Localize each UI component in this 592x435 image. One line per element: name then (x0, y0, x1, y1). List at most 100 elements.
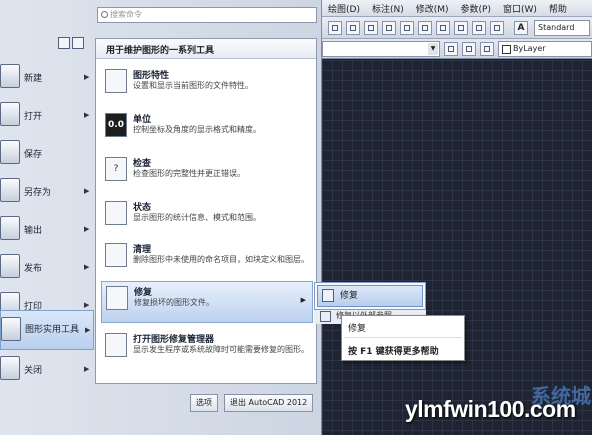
chevron-right-icon: ▶ (85, 326, 91, 334)
wrench-icon (1, 317, 21, 341)
item-description: 控制坐标及角度的显示格式和精度。 (133, 125, 261, 134)
toolbar-button[interactable] (346, 21, 360, 35)
tool-icon (404, 25, 410, 31)
chevron-right-icon: ▶ (84, 225, 90, 233)
layer-button[interactable] (480, 42, 494, 56)
chevron-right-icon: ▶ (84, 73, 90, 81)
command-new[interactable]: 新建 ▶ (0, 58, 94, 96)
toolbar-button[interactable] (472, 21, 486, 35)
export-icon (0, 216, 20, 240)
tool-icon (332, 25, 338, 31)
toolbar-button[interactable] (490, 21, 504, 35)
audit-icon: ? (105, 157, 127, 181)
flyout-item-label: 修复 (340, 291, 359, 301)
submenu-item-recovery-manager[interactable]: 打开图形修复管理器 显示发生程序或系统故障时可能需要修复的图形。 (101, 329, 313, 371)
command-label: 新建 (24, 73, 43, 84)
open-documents-icon[interactable] (72, 37, 84, 49)
command-label: 图形实用工具 (25, 324, 80, 335)
toolbar-button[interactable] (382, 21, 396, 35)
tool-icon (386, 25, 392, 31)
publish-icon (0, 254, 20, 278)
submenu-item-purge[interactable]: 清理 删除图形中未使用的命名项目，如块定义和图层。 (101, 239, 313, 281)
submenu-item-units[interactable]: 0.0 单位 控制坐标及角度的显示格式和精度。 (101, 109, 313, 151)
chevron-right-icon: ▶ (84, 187, 90, 195)
item-description: 显示图形的统计信息、模式和范围。 (133, 213, 261, 222)
tool-icon (350, 25, 356, 31)
open-folder-icon (0, 102, 20, 126)
recent-documents-icon[interactable] (58, 37, 70, 49)
menu-parametric[interactable]: 参数(P) (455, 2, 497, 15)
toolbar-button[interactable] (400, 21, 414, 35)
chevron-right-icon: ▶ (84, 301, 90, 309)
toolbar-button[interactable] (418, 21, 432, 35)
layer-select[interactable]: ▼ (322, 41, 440, 57)
menu-draw[interactable]: 绘图(D) (322, 2, 366, 15)
application-menu-footer: 选项 退出 AutoCAD 2012 (190, 394, 314, 412)
menu-bar: 绘图(D) 标注(N) 修改(M) 参数(P) 窗口(W) 帮助 (322, 0, 592, 17)
new-file-icon (0, 64, 20, 88)
tooltip: 修复 按 F1 键获得更多帮助 (341, 315, 465, 361)
search-input[interactable]: 搜索命令 (97, 7, 317, 23)
submenu-item-recover[interactable]: 修复 修复损坏的图形文件。 ▶ (101, 281, 313, 323)
toolbar-button[interactable] (328, 21, 342, 35)
recover-icon (322, 289, 334, 302)
layers-toolbar: ▼ ByLayer (322, 39, 592, 59)
drawing-canvas[interactable] (322, 60, 592, 435)
options-button[interactable]: 选项 (190, 394, 218, 412)
text-style-select[interactable]: Standard (534, 20, 590, 36)
menu-window[interactable]: 窗口(W) (497, 2, 543, 15)
linetype-select[interactable]: ByLayer (498, 41, 592, 57)
chevron-right-icon: ▶ (300, 296, 306, 304)
command-open[interactable]: 打开 ▶ (0, 96, 94, 134)
layer-icon (466, 46, 472, 52)
exit-button[interactable]: 退出 AutoCAD 2012 (224, 394, 314, 412)
item-description: 检查图形的完整性并更正错误。 (133, 169, 245, 178)
command-export[interactable]: 输出 ▶ (0, 210, 94, 248)
layer-button[interactable] (462, 42, 476, 56)
close-icon (0, 356, 20, 380)
command-save-as[interactable]: 另存为 ▶ (0, 172, 94, 210)
watermark: 系统城 ylmfwin100.com (405, 384, 592, 432)
watermark-text: ylmfwin100.com (405, 396, 576, 422)
tool-icon (476, 25, 482, 31)
recovery-manager-icon (105, 333, 127, 357)
submenu-item-properties[interactable]: 图形特性 设置和显示当前图形的文件特性。 (101, 65, 313, 107)
tool-icon (494, 25, 500, 31)
toolbar-button[interactable] (364, 21, 378, 35)
command-drawing-utilities[interactable]: 图形实用工具 ▶ (0, 310, 94, 350)
recover-xref-icon (320, 311, 331, 322)
toolbar-button[interactable] (436, 21, 450, 35)
submenu-item-audit[interactable]: ? 检查 检查图形的完整性并更正错误。 (101, 153, 313, 195)
tool-icon (368, 25, 374, 31)
layer-button[interactable] (444, 42, 458, 56)
command-publish[interactable]: 发布 ▶ (0, 248, 94, 286)
submenu-item-status[interactable]: 状态 显示图形的统计信息、模式和范围。 (101, 197, 313, 239)
item-description: 显示发生程序或系统故障时可能需要修复的图形。 (133, 345, 309, 354)
text-style-icon[interactable]: A (514, 21, 528, 35)
command-label: 发布 (24, 263, 43, 274)
tool-icon (440, 25, 446, 31)
status-icon (105, 201, 127, 225)
tooltip-help-text: 按 F1 键获得更多帮助 (348, 347, 439, 357)
menu-help[interactable]: 帮助 (543, 2, 573, 15)
layer-icon (448, 46, 454, 52)
layer-icon (484, 46, 490, 52)
recover-flyout: 修复 (314, 282, 426, 310)
tool-icon (422, 25, 428, 31)
item-description: 修复损坏的图形文件。 (134, 298, 214, 307)
menu-dimension[interactable]: 标注(N) (366, 2, 410, 15)
flyout-item-recover[interactable]: 修复 (317, 285, 423, 307)
toolbar-button[interactable] (454, 21, 468, 35)
chevron-down-icon: ▼ (428, 43, 438, 55)
recover-icon (106, 286, 128, 310)
command-save[interactable]: 保存 (0, 134, 94, 172)
tool-icon (458, 25, 464, 31)
command-close[interactable]: 关闭 ▶ (0, 350, 94, 388)
chevron-right-icon: ▶ (84, 263, 90, 271)
recent-documents-toggle[interactable] (58, 37, 86, 52)
save-as-icon (0, 178, 20, 202)
item-description: 设置和显示当前图形的文件特性。 (133, 81, 253, 90)
menu-modify[interactable]: 修改(M) (410, 2, 455, 15)
tooltip-divider (344, 337, 462, 338)
purge-icon (105, 243, 127, 267)
